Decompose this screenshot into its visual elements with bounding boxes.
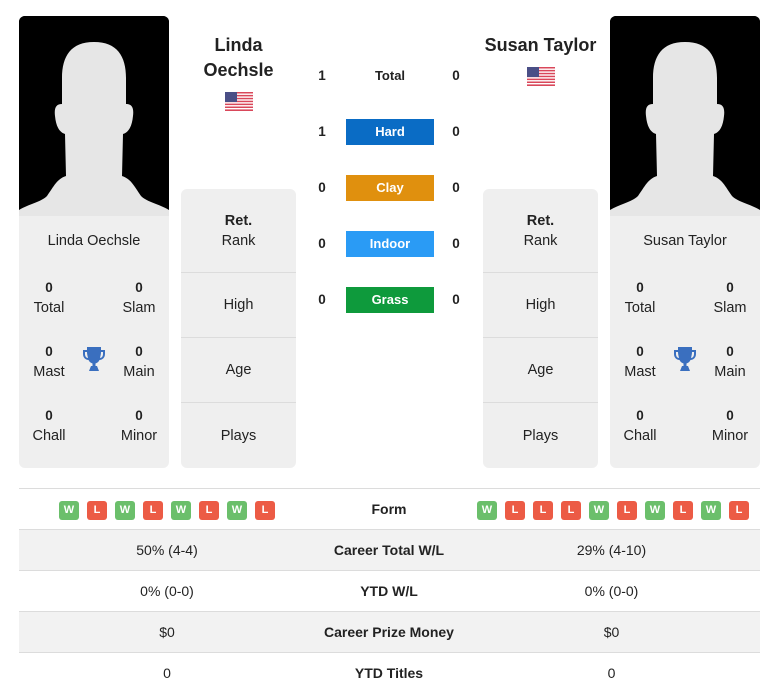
player1-name-link[interactable]: Linda Oechsle xyxy=(181,33,296,83)
surface-total-label: Total xyxy=(374,68,406,83)
player2-card-name[interactable]: Susan Taylor xyxy=(610,233,760,249)
h2h-row-indoor: 0 Indoor 0 xyxy=(312,231,468,257)
surface-grass-badge[interactable]: Grass xyxy=(346,287,434,313)
h2h-row-grass: 0 Grass 0 xyxy=(312,287,468,313)
player2-form: WLLLWLWLWL xyxy=(477,501,749,520)
surface-indoor-badge[interactable]: Indoor xyxy=(346,231,434,257)
trophy-icon xyxy=(82,346,106,372)
player1-photo[interactable] xyxy=(19,16,169,216)
form-loss-badge[interactable]: L xyxy=(533,501,553,520)
player1-titles-chall: 0 Chall xyxy=(32,408,66,444)
form-win-badge[interactable]: W xyxy=(59,501,79,520)
us-flag-icon xyxy=(527,67,555,86)
form-win-badge[interactable]: W xyxy=(589,501,609,520)
player2-age: Age xyxy=(483,338,598,403)
trophy-icon xyxy=(673,346,697,372)
h2h-row-total: 1 Total 0 xyxy=(312,63,468,89)
player1-card: Linda Oechsle 0 Total 0 Slam 0 Mast 0 Ma… xyxy=(19,16,169,468)
player1-titles-total: 0 Total xyxy=(33,280,65,316)
table-row: 0 YTD Titles 0 xyxy=(163,665,616,681)
h2h-row-hard: 1 Hard 0 xyxy=(312,119,468,145)
player2-plays: Plays xyxy=(522,427,559,444)
player2-titles-slam: 0 Slam xyxy=(713,280,747,316)
form-win-badge[interactable]: W xyxy=(645,501,665,520)
player1-titles-slam: 0 Slam xyxy=(122,280,156,316)
player2-titles-main: 0 Main xyxy=(714,344,746,380)
form-row: WLWLWLWL Form WLLLWLWLWL xyxy=(19,489,760,530)
player2-card: Susan Taylor 0 Total 0 Slam 0 Mast 0 Mai… xyxy=(610,16,760,468)
player1-titles-mast: 0 Mast xyxy=(33,344,65,380)
player1-titles-minor: 0 Minor xyxy=(120,408,158,444)
player2-titles-minor: 0 Minor xyxy=(711,408,749,444)
us-flag-icon xyxy=(225,92,253,111)
surface-hard-badge[interactable]: Hard xyxy=(346,119,434,145)
form-loss-badge[interactable]: L xyxy=(87,501,107,520)
form-win-badge[interactable]: W xyxy=(477,501,497,520)
form-win-badge[interactable]: W xyxy=(701,501,721,520)
form-loss-badge[interactable]: L xyxy=(617,501,637,520)
player1-titles-main: 0 Main xyxy=(123,344,155,380)
form-loss-badge[interactable]: L xyxy=(505,501,525,520)
form-loss-badge[interactable]: L xyxy=(255,501,275,520)
player2-titles-total: 0 Total xyxy=(624,280,656,316)
player2-rank: Ret. Rank xyxy=(483,189,598,273)
player1-age: Age xyxy=(181,338,296,403)
player2-titles-mast: 0 Mast xyxy=(624,344,656,380)
table-row: 0% (0-0) YTD W/L 0% (0-0) xyxy=(19,571,760,612)
form-loss-badge[interactable]: L xyxy=(673,501,693,520)
h2h-row-clay: 0 Clay 0 xyxy=(312,175,468,201)
form-loss-badge[interactable]: L xyxy=(729,501,749,520)
player2-high: High xyxy=(483,273,598,338)
avatar-silhouette-icon xyxy=(19,16,169,216)
player1-card-name[interactable]: Linda Oechsle xyxy=(19,233,169,249)
form-label: Form xyxy=(371,501,407,517)
player1-form: WLWLWLWL xyxy=(59,501,275,520)
player1-plays: Plays xyxy=(220,427,257,444)
stats-table: WLWLWLWL Form WLLLWLWLWL 50% (4-4) Caree… xyxy=(19,488,760,694)
surface-clay-badge[interactable]: Clay xyxy=(346,175,434,201)
table-row: 50% (4-4) Career Total W/L 29% (4-10) xyxy=(19,530,760,571)
form-win-badge[interactable]: W xyxy=(227,501,247,520)
avatar-silhouette-icon xyxy=(610,16,760,216)
player2-name-link[interactable]: Susan Taylor xyxy=(470,33,611,58)
form-loss-badge[interactable]: L xyxy=(561,501,581,520)
player1-high: High xyxy=(181,273,296,338)
form-loss-badge[interactable]: L xyxy=(199,501,219,520)
form-loss-badge[interactable]: L xyxy=(143,501,163,520)
form-win-badge[interactable]: W xyxy=(171,501,191,520)
table-row: $0 Career Prize Money $0 xyxy=(19,612,760,653)
player2-info-panel: Ret. Rank High Age Plays xyxy=(483,189,598,468)
player1-info-panel: Ret. Rank High Age Plays xyxy=(181,189,296,468)
form-win-badge[interactable]: W xyxy=(115,501,135,520)
player1-rank: Ret. Rank xyxy=(181,189,296,273)
player2-titles-chall: 0 Chall xyxy=(623,408,657,444)
player2-photo[interactable] xyxy=(610,16,760,216)
